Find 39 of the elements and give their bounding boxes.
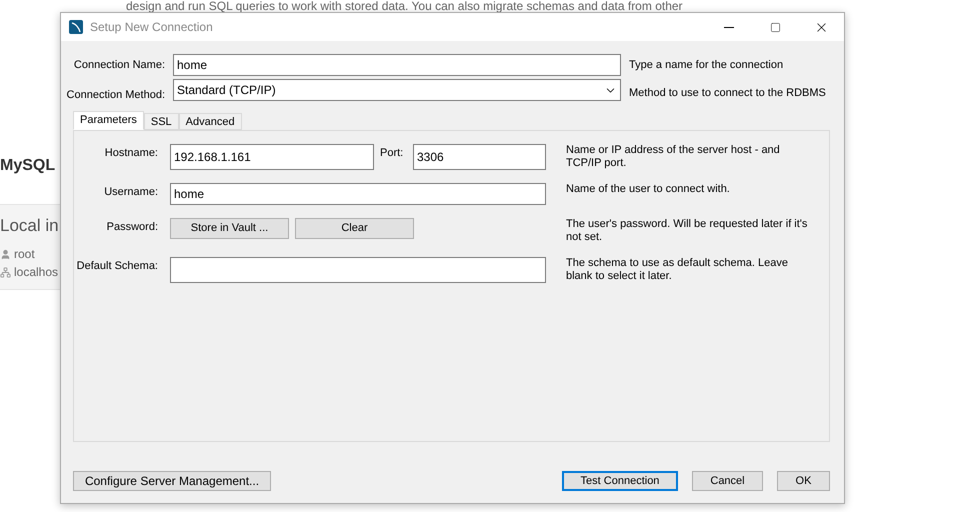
user-icon bbox=[0, 248, 11, 260]
dialog-button[interactable]: Cancel bbox=[692, 471, 763, 491]
card-user: root bbox=[14, 246, 35, 263]
minimize-icon bbox=[724, 26, 734, 28]
field-label: Hostname: bbox=[104, 146, 159, 161]
field-label: Connection Name: bbox=[73, 58, 166, 73]
dialog-button[interactable]: Configure Server Management... bbox=[73, 471, 271, 491]
connection-method-dropdown[interactable]: Standard (TCP/IP) bbox=[173, 79, 621, 101]
help-text: The schema to use as default schema. Leave blank to select it later. bbox=[566, 257, 789, 283]
field-label: Default Schema: bbox=[76, 259, 159, 274]
tab[interactable]: Parameters bbox=[73, 111, 144, 130]
help-text: Name or IP address of the server host - and TCP/IP port. bbox=[566, 144, 781, 170]
help-text: The user's password. Will be requested later if it's not set. bbox=[566, 218, 808, 244]
text-field[interactable] bbox=[170, 257, 546, 283]
intro-text: design and run SQL queries to work with stored data. You can also migrate schemas and data from other bbox=[126, 0, 683, 12]
field-label: Username: bbox=[103, 185, 159, 200]
dialog-button[interactable]: OK bbox=[777, 471, 830, 491]
password-button[interactable]: Store in Vault ... bbox=[170, 218, 289, 239]
connection-name-field[interactable]: home bbox=[173, 54, 621, 76]
password-button[interactable]: Clear bbox=[295, 218, 414, 239]
port-field[interactable]: 3306 bbox=[413, 144, 546, 170]
maximize-icon bbox=[770, 22, 780, 32]
text-field[interactable]: home bbox=[170, 183, 546, 205]
help-text: Type a name for the connection bbox=[629, 58, 784, 73]
field-label: Password: bbox=[106, 220, 159, 235]
field-label: Connection Method: bbox=[66, 88, 166, 103]
tab[interactable]: SSL bbox=[144, 113, 179, 130]
page-heading: MySQL bbox=[0, 156, 56, 176]
help-text: Method to use to connect to the RDBMS bbox=[629, 86, 826, 101]
field-label: Port: bbox=[380, 146, 404, 161]
tab[interactable]: Advanced bbox=[178, 113, 242, 130]
app-icon bbox=[69, 20, 83, 34]
hostname-field[interactable]: 192.168.1.161 bbox=[170, 144, 374, 170]
window-title: Setup New Connection bbox=[90, 19, 213, 36]
help-text: Name of the user to connect with. bbox=[566, 183, 731, 196]
dialog-button[interactable]: Test Connection bbox=[562, 471, 678, 491]
card-title: Local in bbox=[0, 215, 59, 237]
network-icon bbox=[0, 266, 11, 278]
card-host: localhos bbox=[14, 264, 58, 281]
